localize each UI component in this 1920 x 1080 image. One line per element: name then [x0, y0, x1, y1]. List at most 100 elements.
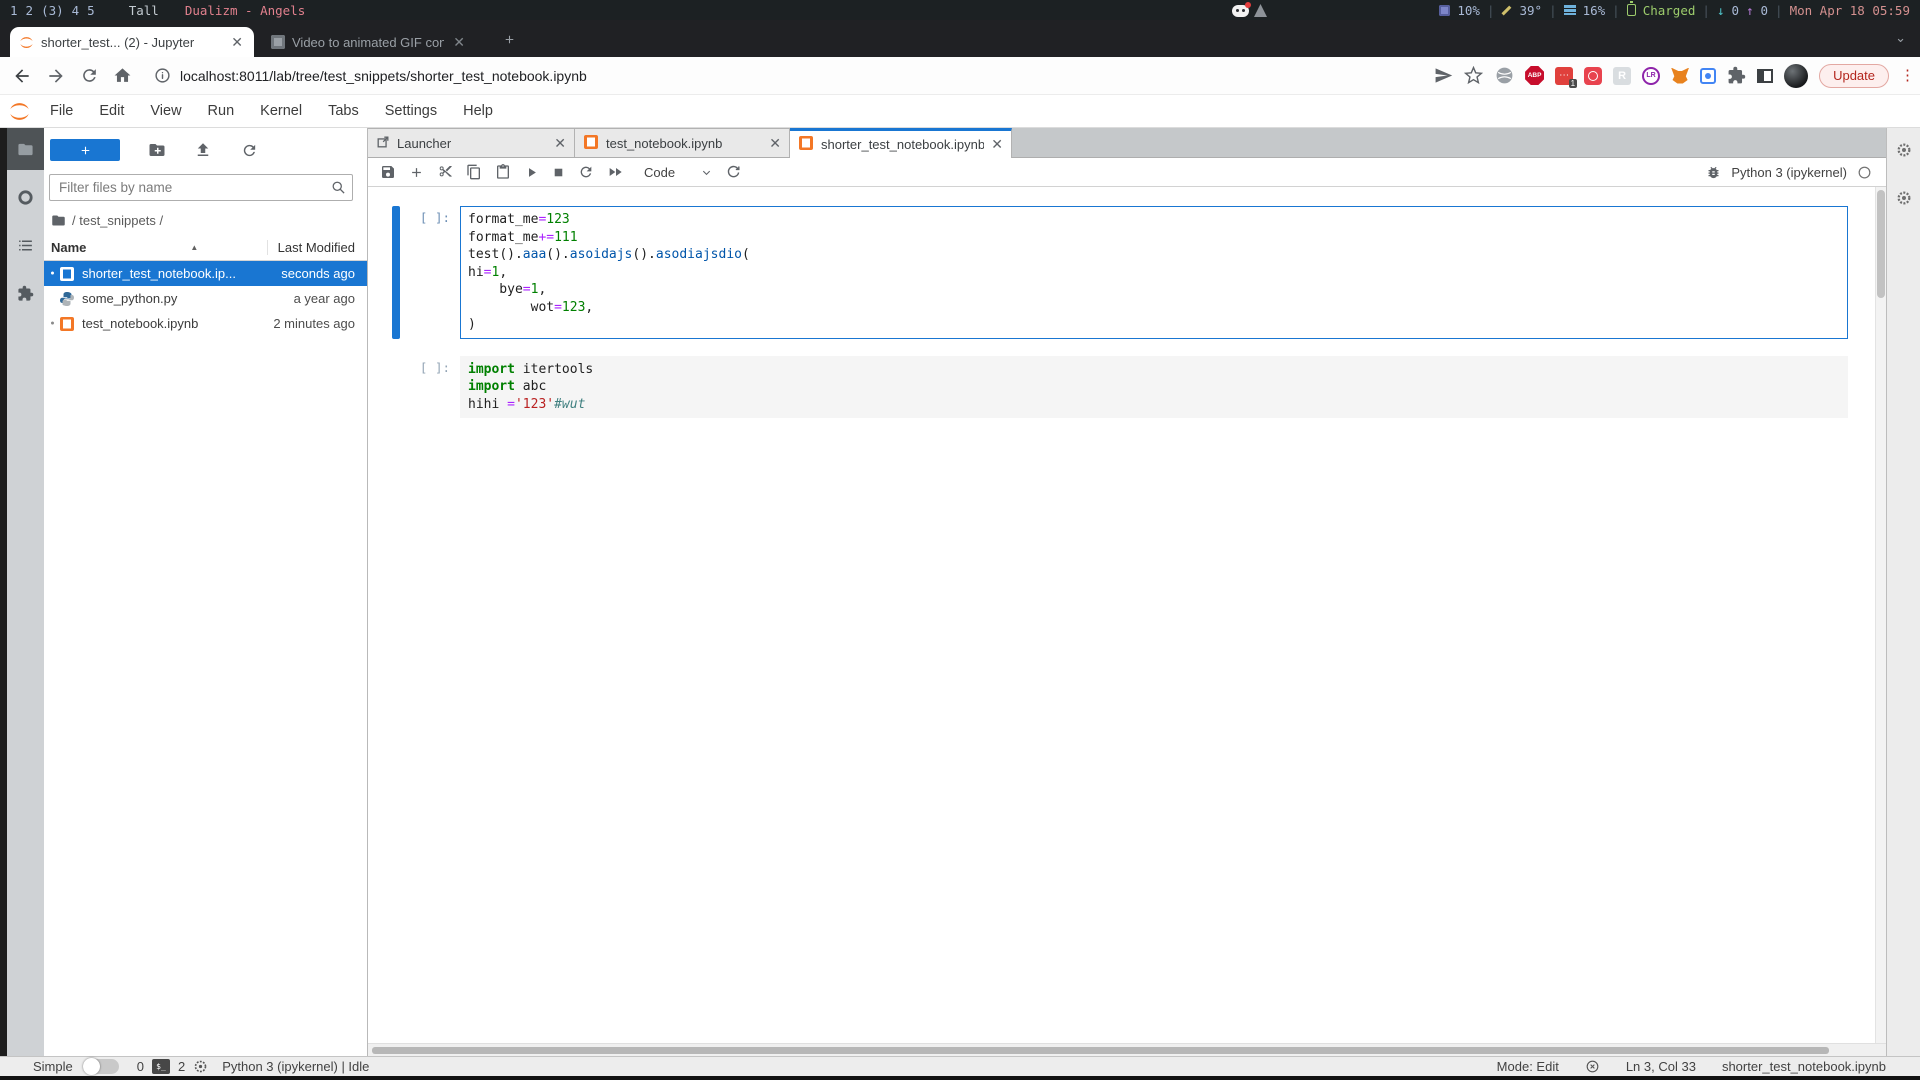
close-tab-icon[interactable]: ✕ [229, 35, 245, 49]
browser-tab-active[interactable]: shorter_test... (2) - Jupyter ✕ [10, 27, 254, 57]
adblock-plus-icon[interactable]: ABP [1525, 66, 1545, 85]
workspace-4[interactable]: 4 [72, 3, 80, 18]
cell-type-dropdown[interactable]: Code [644, 165, 712, 180]
new-tab-button[interactable] [503, 33, 516, 51]
kernel-sessions-icon[interactable] [193, 1059, 208, 1074]
copy-cell-icon[interactable] [466, 164, 482, 180]
breadcrumb[interactable]: / test_snippets / [72, 213, 163, 228]
vertical-scrollbar[interactable] [1875, 187, 1886, 1043]
file-row[interactable]: ● shorter_test_notebook.ip... seconds ago [44, 261, 367, 286]
breadcrumb-home-icon[interactable] [51, 213, 66, 228]
language-reactor-icon[interactable]: LR [1642, 66, 1661, 85]
reload-icon[interactable] [80, 66, 99, 85]
send-icon[interactable] [1434, 66, 1453, 85]
scrollbar-thumb[interactable] [372, 1047, 1830, 1054]
r-extension-icon[interactable]: R [1613, 66, 1632, 85]
menu-settings[interactable]: Settings [372, 95, 450, 127]
menu-help[interactable]: Help [450, 95, 506, 127]
cell-editor[interactable]: format_me=123 format_me+=111 test().aaa().… [460, 206, 1848, 339]
save-icon[interactable] [380, 164, 396, 180]
simple-mode-toggle[interactable] [82, 1058, 119, 1075]
tab-search-chevron-icon[interactable]: ⌄ [1895, 30, 1906, 46]
kernels-count[interactable]: 2 [178, 1059, 185, 1074]
cut-cell-icon[interactable] [437, 164, 453, 180]
terminals-count[interactable]: 0 [137, 1059, 144, 1074]
menu-edit[interactable]: Edit [86, 95, 137, 127]
workspace-3[interactable]: (3) [41, 3, 64, 18]
side-panel-icon[interactable] [1757, 68, 1774, 83]
file-row[interactable]: ● test_notebook.ipynb 2 minutes ago [44, 311, 367, 336]
cursor-position[interactable]: Ln 3, Col 33 [1626, 1059, 1696, 1074]
cell-editor[interactable]: import itertools import abc hihi ='123'#wu… [460, 355, 1848, 418]
filter-files-input[interactable] [49, 174, 353, 201]
column-header-modified[interactable]: Last Modified [266, 240, 355, 255]
cell-collapser[interactable] [392, 206, 400, 339]
kernel-status-text[interactable]: Python 3 (ipykernel) | Idle [222, 1059, 369, 1074]
site-info-icon[interactable] [154, 67, 171, 84]
blocker-extension-icon[interactable]: ⋯ 1 [1555, 66, 1578, 88]
active-file-name[interactable]: shorter_test_notebook.ipynb [1722, 1059, 1886, 1074]
horizontal-scrollbar[interactable] [368, 1043, 1886, 1056]
bookmark-star-icon[interactable] [1464, 66, 1484, 85]
menu-kernel[interactable]: Kernel [247, 95, 315, 127]
scrollbar-thumb[interactable] [1877, 190, 1885, 298]
kernel-status-icon[interactable] [1857, 165, 1872, 180]
new-folder-button[interactable] [134, 141, 180, 159]
screenshot-extension-icon[interactable] [1700, 67, 1717, 84]
tray-app-icon[interactable] [1254, 4, 1267, 17]
back-icon[interactable] [12, 66, 32, 86]
sidebar-tab-files[interactable] [7, 128, 44, 170]
file-row[interactable]: some_python.py a year ago [44, 286, 367, 311]
notebook-cell[interactable]: [ ]: format_me=123 format_me+=111 test().aa… [392, 206, 1848, 339]
forward-icon[interactable] [46, 66, 66, 86]
menu-view[interactable]: View [137, 95, 194, 127]
sidebar-tab-running[interactable] [7, 176, 44, 218]
debugger-bug-icon[interactable] [1706, 165, 1721, 180]
menu-file[interactable]: File [37, 95, 86, 127]
command-mode-indicator[interactable]: Mode: Edit [1497, 1059, 1559, 1074]
trust-shield-icon[interactable] [1585, 1059, 1600, 1074]
notebook-cell[interactable]: [ ]: import itertools import abc hihi ='123… [392, 355, 1848, 419]
interrupt-kernel-icon[interactable] [552, 166, 565, 179]
update-button[interactable]: Update [1819, 63, 1889, 88]
sidebar-tab-toc[interactable] [7, 224, 44, 266]
new-launcher-button[interactable] [50, 139, 120, 161]
dock-tab[interactable]: shorter_test_notebook.ipynb ✕ [790, 128, 1012, 158]
notebook-file-icon [59, 316, 75, 332]
cell-collapser[interactable] [392, 356, 400, 419]
close-tab-icon[interactable]: ✕ [991, 136, 1003, 153]
close-tab-icon[interactable]: ✕ [451, 35, 467, 49]
upload-button[interactable] [180, 141, 226, 159]
extensions-puzzle-icon[interactable] [1727, 66, 1746, 85]
workspace-2[interactable]: 2 [26, 3, 34, 18]
browser-menu-icon[interactable]: ⋮ [1900, 68, 1915, 83]
kernel-name[interactable]: Python 3 (ipykernel) [1731, 165, 1847, 180]
debugger-panel-icon[interactable] [1896, 190, 1912, 206]
paste-cell-icon[interactable] [495, 164, 511, 180]
clock-extension-icon[interactable] [1584, 66, 1603, 85]
close-tab-icon[interactable]: ✕ [769, 135, 781, 152]
dock-tab[interactable]: Launcher ✕ [368, 128, 575, 157]
restart-run-all-icon[interactable] [607, 164, 623, 180]
dock-tab[interactable]: test_notebook.ipynb ✕ [575, 128, 790, 157]
restart-kernel-icon[interactable] [578, 164, 594, 180]
column-header-name[interactable]: Name ▲ [51, 240, 267, 255]
profile-avatar[interactable] [1784, 63, 1809, 88]
home-icon[interactable] [113, 66, 132, 85]
refresh-files-button[interactable] [226, 142, 272, 159]
workspace-5[interactable]: 5 [87, 3, 95, 18]
url-text[interactable]: localhost:8011/lab/tree/test_snippets/sh… [180, 68, 587, 84]
close-tab-icon[interactable]: ✕ [554, 135, 566, 152]
add-cell-icon[interactable] [409, 165, 424, 180]
menu-tabs[interactable]: Tabs [315, 95, 372, 127]
metamask-icon[interactable] [1671, 67, 1690, 84]
workspace-1[interactable]: 1 [10, 3, 18, 18]
menu-run[interactable]: Run [195, 95, 248, 127]
property-inspector-icon[interactable] [1896, 142, 1912, 158]
privacy-extension-icon[interactable] [1494, 66, 1514, 86]
run-cell-icon[interactable] [524, 165, 539, 180]
circular-arrow-icon[interactable] [725, 164, 742, 181]
discord-icon[interactable] [1232, 1, 1251, 17]
browser-tab-inactive[interactable]: Video to animated GIF con ✕ [262, 27, 476, 57]
sidebar-tab-extensions[interactable] [7, 272, 44, 314]
